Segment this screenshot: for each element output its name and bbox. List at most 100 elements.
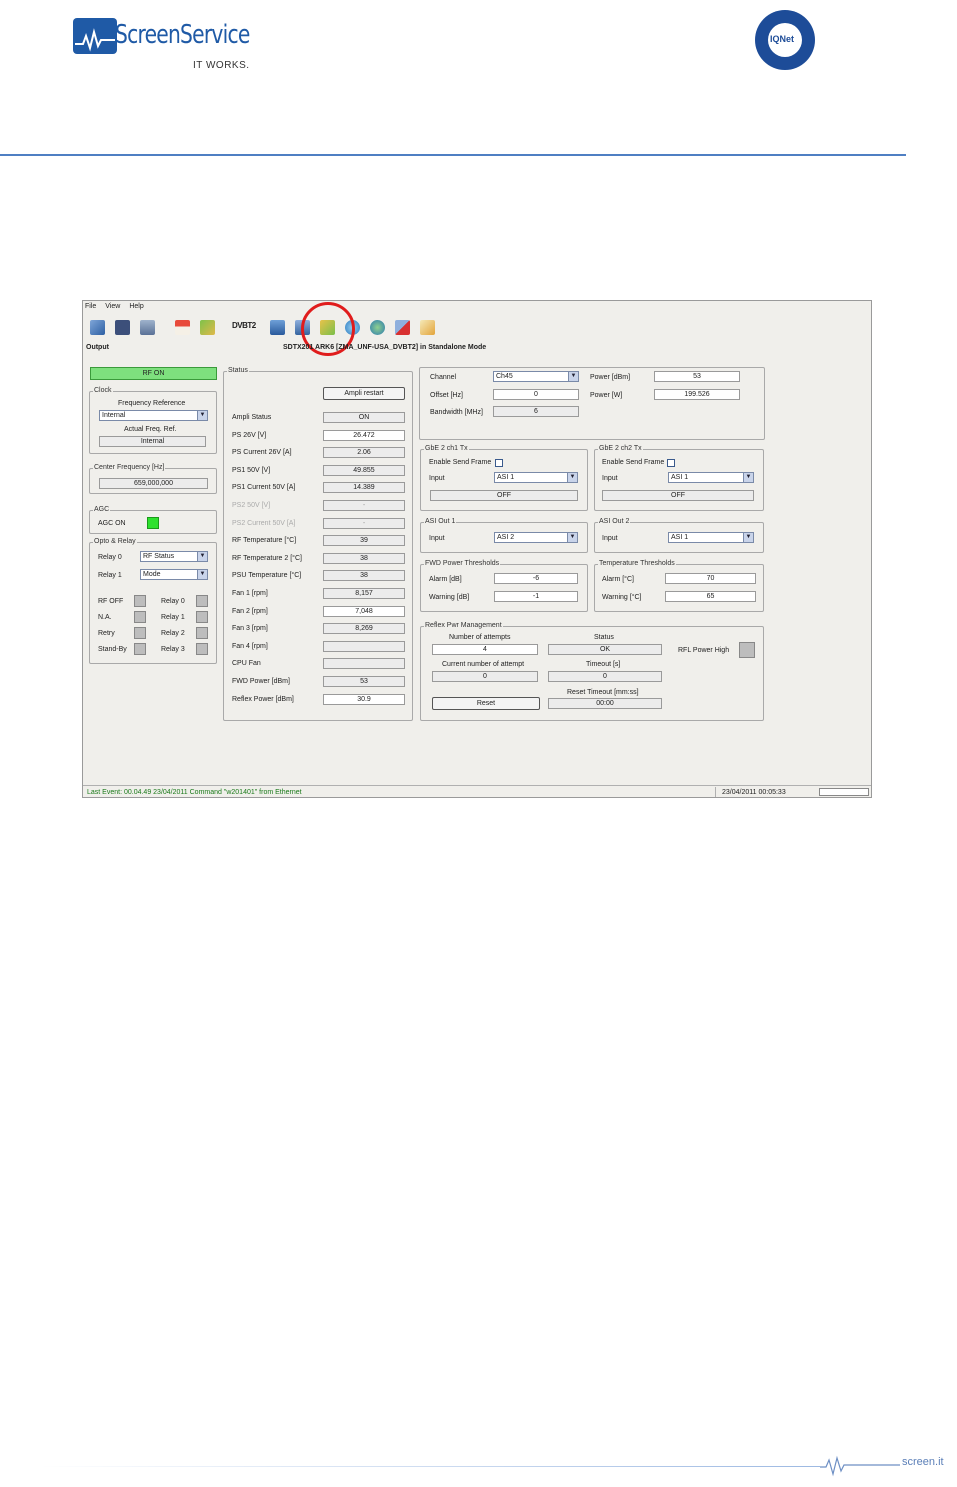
gbe-ch1-input-select[interactable]: ASI 1 ▼ (494, 472, 578, 483)
fwd-warning-input[interactable]: -1 (494, 591, 578, 602)
center-frequency-value: 659,000,000 (99, 478, 208, 489)
menu-file[interactable]: File (85, 303, 96, 313)
timeout-label: Timeout [s] (586, 661, 621, 668)
warning-label: Warning [°C] (602, 594, 642, 601)
fwd-alarm-input[interactable]: -6 (494, 573, 578, 584)
opto-relay-group: Opto & Relay Relay 0 RF Status ▼ Relay 1 … (89, 538, 217, 664)
status-row-value: 8,157 (323, 588, 405, 599)
status-row-value (323, 640, 405, 652)
status-row-value: 7,048 (323, 605, 405, 617)
network-icon[interactable] (87, 317, 108, 338)
toolbar: DVBT2 (87, 315, 438, 339)
reflex-status-value: OK (548, 644, 662, 655)
attempts-label: Number of attempts (449, 634, 511, 641)
input-label: Input (602, 535, 618, 542)
power-dbm-input[interactable]: 53 (654, 371, 740, 382)
warning-label: Warning [dB] (429, 594, 470, 601)
power-w-label: Power [W] (590, 392, 623, 399)
relay1-select[interactable]: Mode ▼ (140, 569, 208, 580)
temperature-thresholds-group: Temperature Thresholds Alarm [°C] 70 War… (594, 560, 764, 612)
last-event-text: Last Event: 00.04.49 23/04/2011 Command … (87, 789, 302, 796)
input-label: Input (429, 475, 445, 482)
seal-text: IQNet (770, 34, 795, 44)
frequency-reference-select[interactable]: Internal ▼ (99, 410, 208, 421)
relay0-select[interactable]: RF Status ▼ (140, 551, 208, 562)
status-bar: Last Event: 00.04.49 23/04/2011 Command … (83, 785, 871, 797)
gbe-ch1-group: GbE 2 ch1 Tx Enable Send Frame Input ASI… (420, 445, 588, 511)
menu-help[interactable]: Help (129, 303, 143, 313)
asi-out2-input-select[interactable]: ASI 1 ▼ (668, 532, 754, 543)
enable-send-frame-checkbox[interactable] (495, 459, 503, 467)
ampli-restart-button[interactable]: Ampli restart (323, 387, 405, 400)
status-row-value: 38 (323, 570, 405, 582)
certification-seal: IQNet (755, 10, 815, 70)
enable-send-frame-checkbox[interactable] (667, 459, 675, 467)
status-row-label: PS2 Current 50V [A] (232, 519, 296, 527)
alarm-label: Alarm [dB] (429, 576, 462, 583)
relay-output-label: Relay 0 (161, 598, 185, 605)
asi-out1-group: ASI Out 1 Input ASI 2 ▼ (420, 518, 588, 553)
power-w-value: 199.526 (654, 389, 740, 400)
status-row-label: Ampli Status (232, 414, 272, 421)
rfl-power-high-led (739, 642, 755, 658)
asi-out1-input-select[interactable]: ASI 2 ▼ (494, 532, 578, 543)
footer-rule (40, 1466, 820, 1467)
folder-icon[interactable] (137, 317, 158, 338)
agc-group: AGC AGC ON (89, 506, 217, 534)
temp-warning-input[interactable]: 65 (665, 591, 756, 602)
edit-icon[interactable] (417, 317, 438, 338)
rfl-power-high-label: RFL Power High (678, 647, 730, 654)
offset-input[interactable]: 0 (493, 389, 579, 400)
relay-output-label: Relay 1 (161, 614, 185, 621)
status-row-label: Fan 1 [rpm] (232, 590, 268, 597)
input-label: Input (602, 475, 618, 482)
current-attempt-value: 0 (432, 671, 538, 682)
chevron-down-icon: ▼ (197, 411, 207, 420)
rf-on-button[interactable]: RF ON (90, 367, 217, 380)
opto-input-label: Retry (98, 630, 115, 637)
gbe-ch2-group: GbE 2 ch2 Tx Enable Send Frame Input ASI… (594, 445, 764, 511)
status-row-label: PSU Temperature [°C] (232, 572, 302, 580)
status-label: Status (594, 634, 614, 641)
dvbt2-icon[interactable]: DVBT2 (232, 317, 256, 338)
relay-output-label: Relay 3 (161, 646, 185, 653)
footer-website: screen.it (902, 1456, 944, 1468)
status-row-label: PS1 50V [V] (232, 466, 271, 474)
refresh-icon[interactable] (197, 317, 218, 338)
monitor-icon[interactable] (267, 317, 288, 338)
opto-input-led (134, 611, 146, 623)
alarm-label: Alarm [°C] (602, 576, 634, 583)
status-row-value: 49.855 (323, 464, 405, 476)
channel-select[interactable]: Ch45 ▼ (493, 371, 579, 382)
attempts-input[interactable]: 4 (432, 644, 538, 655)
disconnect-icon[interactable] (392, 317, 413, 338)
reset-button[interactable]: Reset (432, 697, 540, 710)
relay-output-led (196, 627, 208, 639)
relay-output-led (196, 595, 208, 607)
chevron-down-icon: ▼ (568, 372, 578, 381)
status-row-value: - (323, 517, 405, 529)
logo-name: ScreenService (115, 20, 250, 50)
current-attempt-label: Current number of attempt (442, 661, 525, 668)
opto-input-label: N.A. (98, 614, 112, 621)
logo-wave-icon (73, 18, 117, 54)
gbe-ch2-input-select[interactable]: ASI 1 ▼ (668, 472, 754, 483)
output-label: Output (86, 344, 109, 351)
status-row-label: RF Temperature 2 [°C] (232, 554, 302, 562)
menu-view[interactable]: View (105, 303, 120, 313)
footer-wave-icon (820, 1455, 900, 1477)
earth-icon[interactable] (367, 317, 388, 338)
relay-output-led (196, 643, 208, 655)
status-row-value: 39 (323, 535, 405, 547)
temp-alarm-input[interactable]: 70 (665, 573, 756, 584)
relay-output-label: Relay 2 (161, 630, 185, 637)
center-frequency-group: Center Frequency [Hz] 659,000,000 (89, 464, 217, 494)
home-icon[interactable] (172, 317, 193, 338)
reset-timeout-value: 00:00 (548, 698, 662, 709)
status-row-value: 38 (323, 552, 405, 564)
channel-group: Channel Ch45 ▼ Offset [Hz] 0 Bandwidth [M… (419, 367, 765, 440)
channel-label: Channel (430, 374, 457, 381)
save-icon[interactable] (112, 317, 133, 338)
actual-freq-ref-value: Internal (99, 436, 206, 447)
status-row-value: 30.9 (323, 693, 405, 705)
